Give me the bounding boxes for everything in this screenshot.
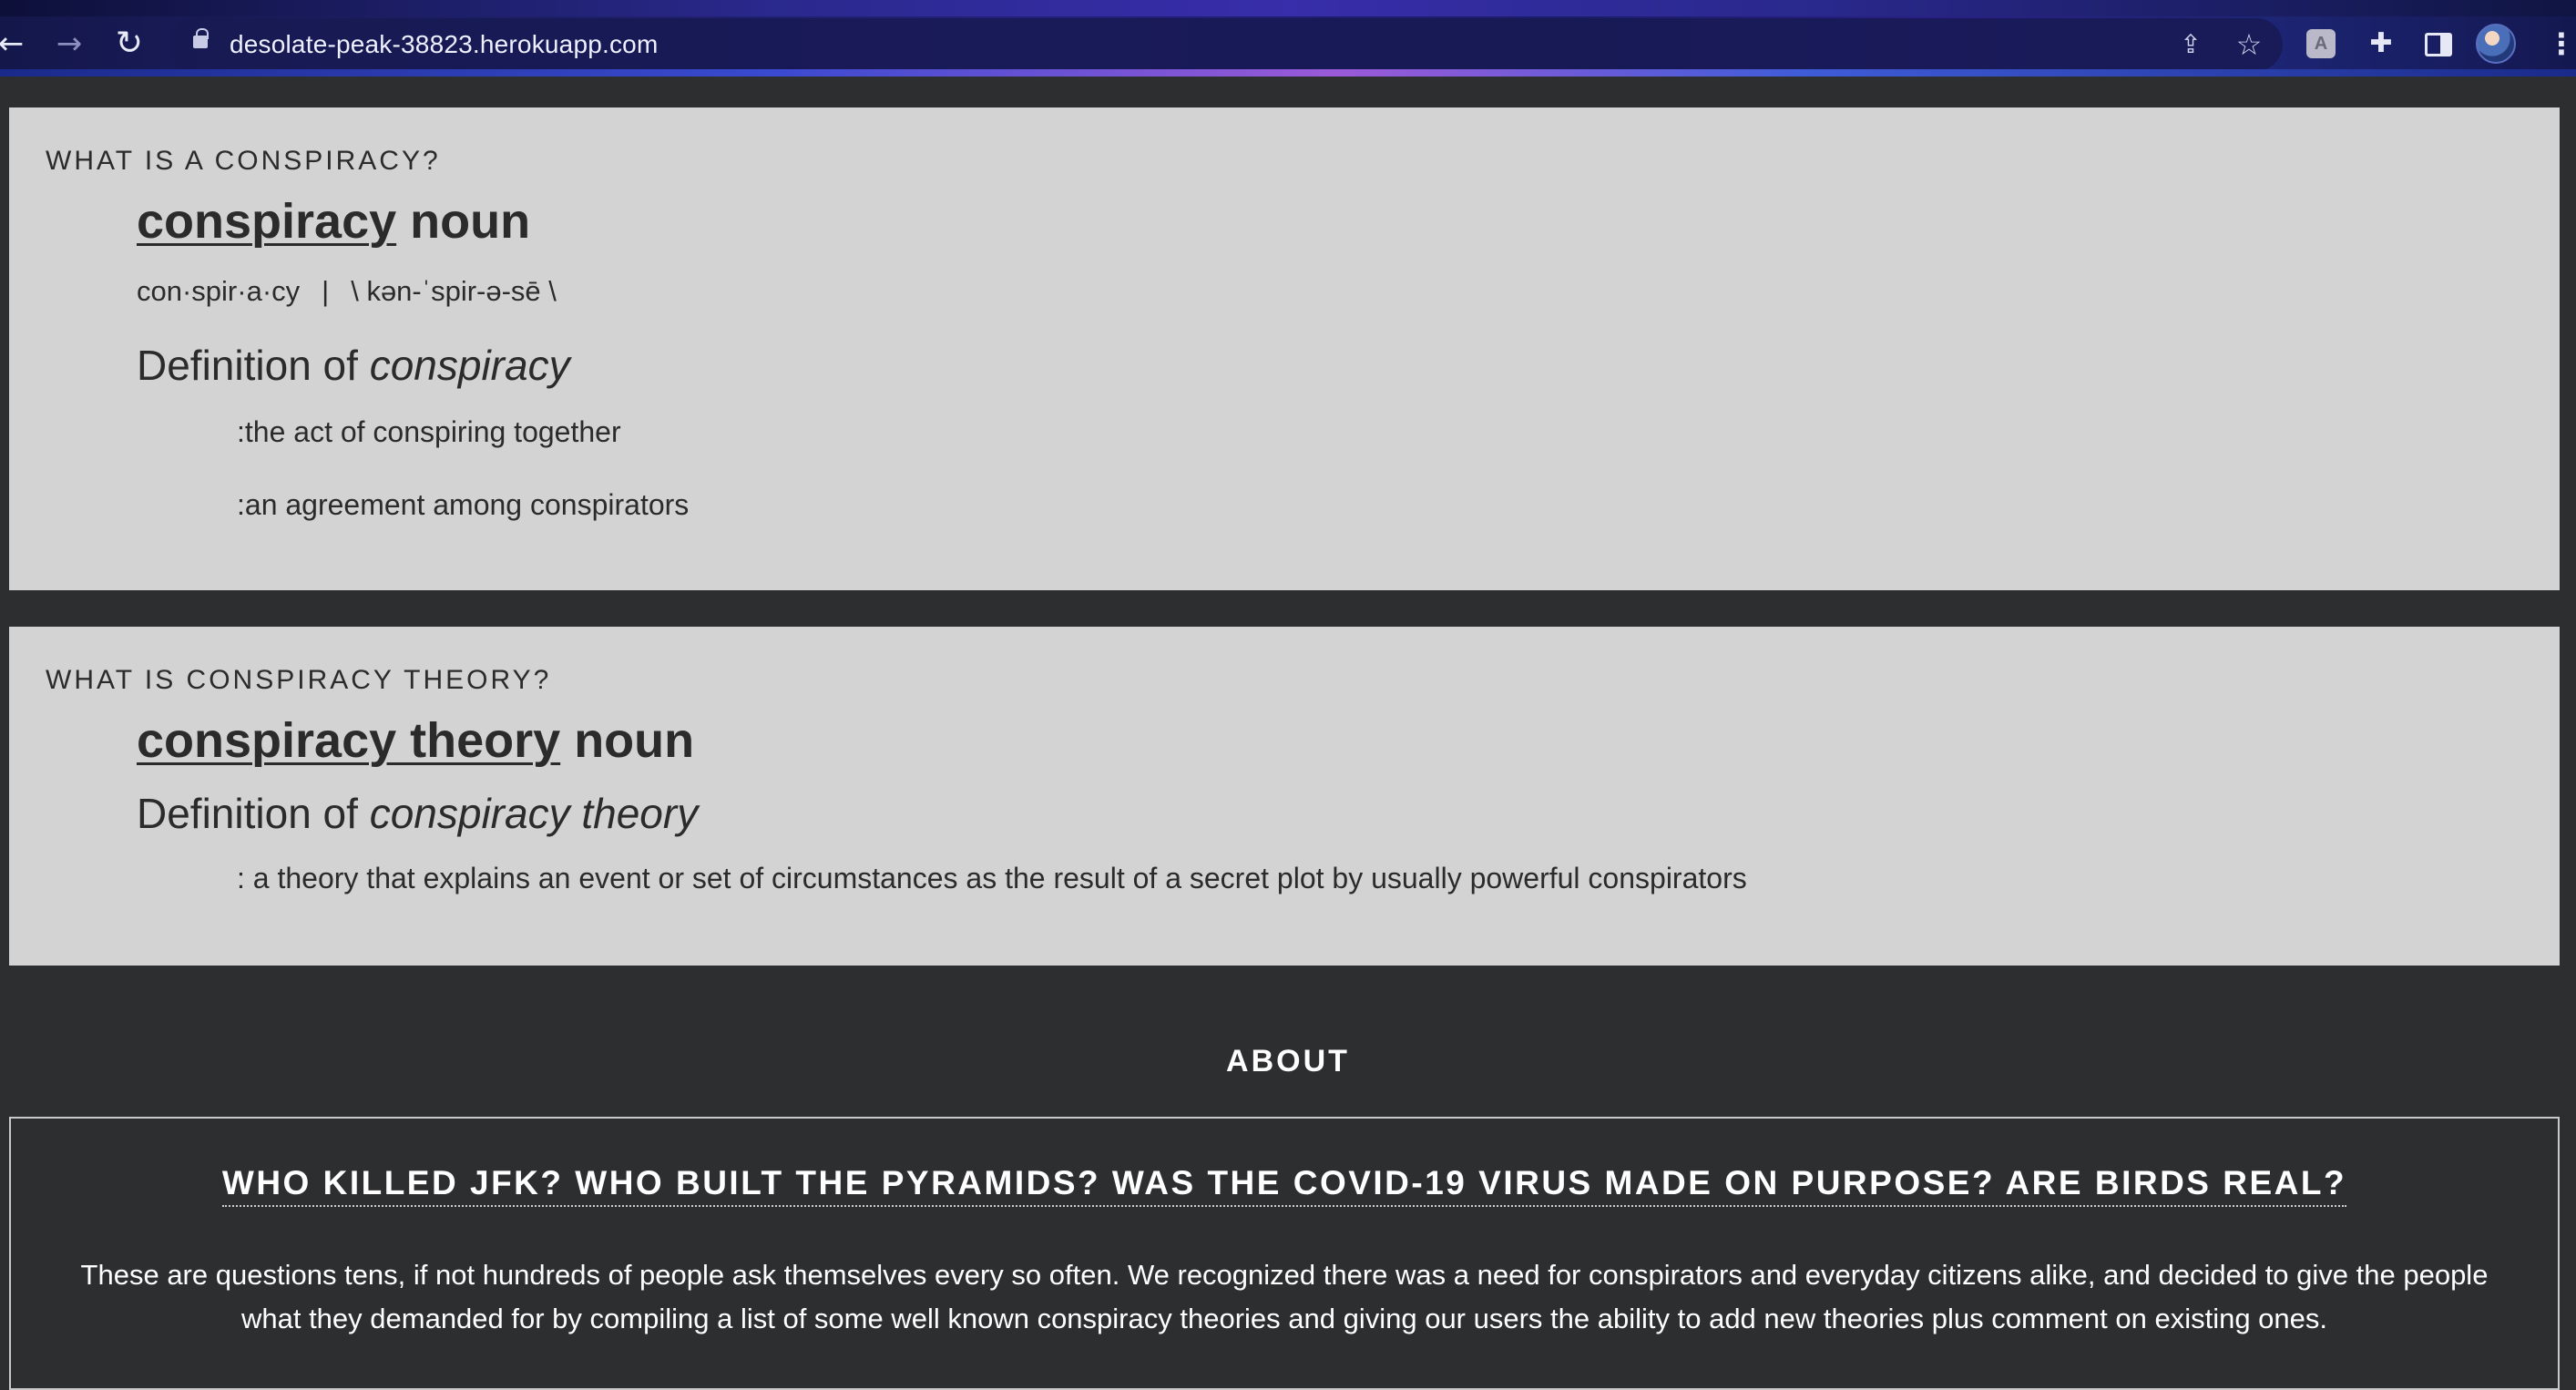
puzzle-icon[interactable]: ✚ <box>2365 27 2397 60</box>
lock-icon[interactable] <box>193 28 209 48</box>
section-eyebrow: WHAT IS A CONSPIRACY? <box>46 146 441 176</box>
about-box: WHO KILLED JFK? WHO BUILT THE PYRAMIDS? … <box>9 1117 2560 1390</box>
extension-badge-icon[interactable]: A <box>2306 29 2336 58</box>
pronunciation-separator: | <box>322 275 330 307</box>
about-heading: ABOUT <box>1226 1044 1350 1078</box>
definition-prefix: Definition of <box>137 790 358 837</box>
about-questions-text: WHO KILLED JFK? WHO BUILT THE PYRAMIDS? … <box>221 1164 2347 1207</box>
part-of-speech: noun <box>574 713 695 768</box>
definition-item: :the act of conspiring together <box>237 415 621 448</box>
definition-item: : a theory that explains an event or set… <box>237 862 1747 894</box>
pronunciation-line: con·spir·a·cy | \ kən-ˈspir-ə-sē \ <box>137 275 557 308</box>
avatar-icon[interactable] <box>2476 24 2516 64</box>
conspiracy-theory-definition-card: WHAT IS CONSPIRACY THEORY? conspiracy th… <box>9 627 2560 966</box>
section-eyebrow: WHAT IS CONSPIRACY THEORY? <box>46 665 552 695</box>
share-icon[interactable]: ⇪ <box>2175 29 2206 60</box>
arrow-right-icon[interactable]: → <box>49 24 89 64</box>
definition-term: conspiracy <box>369 342 570 389</box>
conspiracy-definition-card: WHAT IS A CONSPIRACY? conspiracy noun co… <box>9 107 2560 590</box>
pronunciation: \ kən-ˈspir-ə-sē \ <box>351 275 557 307</box>
star-icon[interactable]: ☆ <box>2234 29 2264 60</box>
headword: conspiracy noun <box>137 193 530 250</box>
definition-title: Definition of conspiracy theory <box>137 789 698 838</box>
url-text[interactable]: desolate-peak-38823.herokuapp.com <box>230 30 658 59</box>
about-questions: WHO KILLED JFK? WHO BUILT THE PYRAMIDS? … <box>11 1164 2558 1207</box>
browser-toolbar: ← → ↻ desolate-peak-38823.herokuapp.com … <box>0 0 2576 77</box>
definition-title: Definition of conspiracy <box>137 341 570 390</box>
address-bar[interactable]: desolate-peak-38823.herokuapp.com ⇪ ☆ <box>169 18 2283 71</box>
about-description: These are questions tens, if not hundred… <box>80 1259 2489 1334</box>
definition-term: conspiracy theory <box>369 790 699 837</box>
kebab-menu-icon[interactable]: ⋮ <box>2547 27 2576 60</box>
part-of-speech: noun <box>410 194 531 249</box>
arrow-left-icon[interactable]: ← <box>0 24 31 64</box>
definition-prefix: Definition of <box>137 342 358 389</box>
headword-link[interactable]: conspiracy <box>137 194 396 249</box>
reload-icon[interactable]: ↻ <box>109 24 149 64</box>
headword-link[interactable]: conspiracy theory <box>137 713 560 768</box>
headword: conspiracy theory noun <box>137 712 694 769</box>
syllables: con·spir·a·cy <box>137 275 301 307</box>
definition-item: :an agreement among conspirators <box>237 488 690 521</box>
side-panel-icon[interactable] <box>2425 33 2452 56</box>
